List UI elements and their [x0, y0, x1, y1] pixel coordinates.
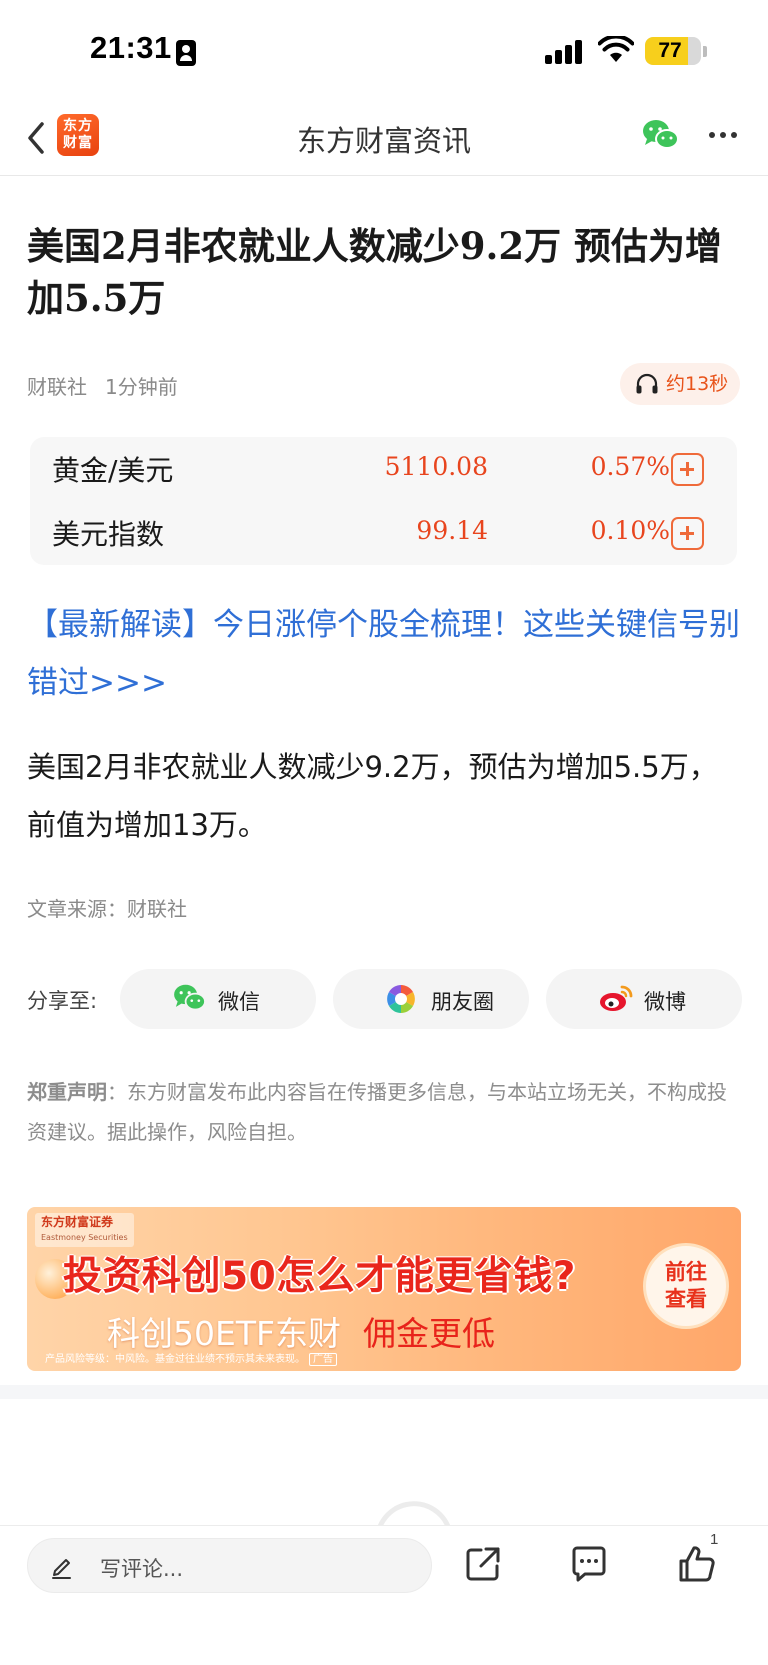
ad-brand-logo: 东方财富证券 Eastmoney Securities [35, 1213, 134, 1247]
share-label: 分享至: [27, 989, 98, 1013]
person-card-icon [176, 40, 196, 66]
audio-play-button[interactable]: 约13秒 [620, 363, 740, 405]
share-button-label: 微信 [218, 990, 260, 1014]
ad-banner[interactable]: 东方财富证券 Eastmoney Securities 投资科创50怎么才能更省… [27, 1207, 741, 1371]
share-external-icon[interactable] [463, 1544, 503, 1584]
quote-change: 0.10% [590, 516, 670, 545]
ad-brand-name: 东方财富证券 [41, 1215, 114, 1229]
comment-placeholder: 写评论... [100, 1557, 184, 1581]
ad-brand-en: Eastmoney Securities [41, 1233, 128, 1242]
ad-headline: 投资科创50怎么才能更省钱? [63, 1254, 576, 1299]
article-source: 文章来源：财联社 [27, 897, 187, 921]
add-watchlist-icon[interactable] [671, 517, 704, 550]
ad-risk-text: 产品风险等级：中风险。基金过往业绩不预示其未来表现。 [45, 1354, 305, 1365]
bottom-bar: 写评论... 1 [0, 1525, 768, 1665]
battery-cap [703, 46, 707, 57]
more-dots-icon[interactable] [707, 120, 739, 150]
wechat-icon[interactable] [641, 118, 681, 152]
quote-price: 99.14 [416, 516, 488, 545]
wechat-icon [174, 984, 206, 1011]
quote-name: 黄金/美元 [52, 454, 174, 487]
cellular-signal-icon [545, 38, 587, 64]
article-body: 美国2月非农就业人数减少9.2万，预估为增加5.5万，前值为增加13万。 [27, 750, 718, 842]
like-count: 1 [710, 1531, 719, 1548]
add-watchlist-icon[interactable] [671, 453, 704, 486]
ad-tag: 广告 [309, 1353, 337, 1366]
comment-icon[interactable] [569, 1544, 609, 1584]
disclaimer: 郑重声明：东方财富发布此内容旨在传播更多信息，与本站立场无关，不构成投资建议。据… [27, 1072, 727, 1152]
weibo-icon [600, 985, 633, 1011]
battery-icon: 77 [645, 37, 701, 65]
article-headline: 美国2月非农就业人数减少9.2万 预估为增加5.5万 [27, 224, 722, 320]
nav-bar: 东方财富 东方财富资讯 [0, 100, 768, 176]
ad-cta-button[interactable]: 前往 查看 [643, 1243, 729, 1329]
status-bar: 21:31 77 [0, 0, 768, 100]
share-weibo-button[interactable]: 微博 [546, 969, 742, 1029]
quote-change: 0.57% [590, 452, 670, 481]
quote-row[interactable]: 黄金/美元 5110.08 0.57% [30, 437, 737, 501]
ad-product: 科创50ETF东财 [107, 1314, 341, 1353]
share-button-label: 微博 [644, 990, 686, 1014]
source-name[interactable]: 财联社 [27, 375, 87, 399]
wifi-icon [598, 36, 634, 62]
section-divider [0, 1385, 768, 1399]
quote-row[interactable]: 美元指数 99.14 0.10% [30, 501, 737, 565]
ad-benefit: 佣金更低 [362, 1314, 495, 1353]
thumbs-up-icon[interactable] [677, 1544, 717, 1584]
disclaimer-title: 郑重声明 [27, 1080, 107, 1104]
promo-link[interactable]: 【最新解读】今日涨停个股全梳理！这些关键信号别错过>>> [27, 596, 747, 712]
quote-name: 美元指数 [52, 518, 165, 551]
ad-subline: 科创50ETF东财 佣金更低 [107, 1307, 495, 1355]
moments-icon [387, 985, 415, 1013]
share-moments-button[interactable]: 朋友圈 [333, 969, 529, 1029]
ad-risk-note: 产品风险等级：中风险。基金过往业绩不预示其未来表现。 广告 [45, 1350, 337, 1366]
ad-cta-line: 查看 [665, 1287, 707, 1311]
quote-price: 5110.08 [384, 452, 488, 481]
headphones-icon [636, 373, 658, 394]
pencil-icon [52, 1559, 71, 1579]
disclaimer-text: ：东方财富发布此内容旨在传播更多信息，与本站立场无关，不构成投资建议。据此操作，… [27, 1080, 727, 1144]
share-button-label: 朋友圈 [431, 990, 494, 1014]
comment-input[interactable]: 写评论... [27, 1538, 432, 1593]
audio-duration: 约13秒 [666, 373, 729, 395]
battery-level: 77 [658, 39, 682, 62]
status-time: 21:31 [90, 30, 172, 65]
article-meta: 财联社 1分钟前 [27, 371, 178, 400]
publish-time: 1分钟前 [105, 375, 178, 399]
quote-card: 黄金/美元 5110.08 0.57% 美元指数 99.14 0.10% [30, 437, 737, 565]
ad-cta-line: 前往 [665, 1260, 707, 1284]
share-wechat-button[interactable]: 微信 [120, 969, 316, 1029]
